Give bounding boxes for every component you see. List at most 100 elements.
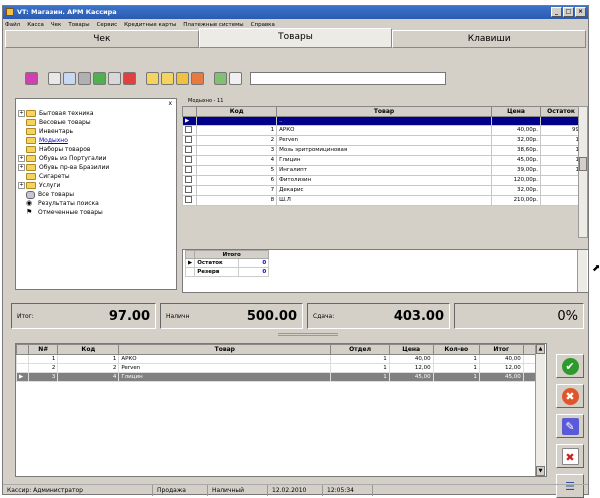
table-row[interactable]: 8 Ш.Л 210,00р. <box>181 194 582 206</box>
status-user: Кассир: Администратор <box>3 485 153 496</box>
document-icon <box>185 156 192 163</box>
folder-icon[interactable] <box>146 71 159 85</box>
column-header[interactable]: Цена <box>388 344 434 355</box>
scroll-thumb[interactable] <box>579 157 587 171</box>
tree-node[interactable]: + Обувь из Португалии <box>18 154 176 163</box>
table-row[interactable]: 2Perven32,00р.1 <box>181 134 582 146</box>
column-header[interactable]: Отдел <box>330 344 390 355</box>
print-icon[interactable] <box>48 71 61 85</box>
close-button[interactable]: × <box>575 7 586 17</box>
tab-receipt[interactable]: Чек <box>5 30 199 48</box>
tree-node[interactable]: Все товары <box>18 190 176 199</box>
column-header[interactable]: Цена <box>490 106 542 117</box>
refresh-icon[interactable] <box>93 71 106 85</box>
tree-close-icon[interactable]: x <box>168 100 172 107</box>
menu-goods[interactable]: Товары <box>68 20 89 30</box>
confirm-button[interactable]: ✔ <box>556 354 584 378</box>
tree-node[interactable]: + Обувь пр-ва Бразилии <box>18 163 176 172</box>
percent-value: 0% <box>557 308 578 324</box>
totals-scrollbar[interactable] <box>577 250 587 292</box>
column-header[interactable]: Товар <box>276 106 492 117</box>
table-row[interactable]: ▶ Остаток 0 <box>184 258 270 268</box>
doc-icon[interactable] <box>214 71 227 85</box>
stock-totals-table: Итого ▶ Остаток 0 Резерв 0 <box>184 250 270 277</box>
cash-value: 500.00 <box>246 308 297 324</box>
tools-icon[interactable] <box>78 71 91 85</box>
tab-goods[interactable]: Товары <box>198 28 393 48</box>
table-row[interactable]: ▶.. <box>181 116 582 126</box>
scroll-down-icon[interactable]: ▼ <box>536 466 545 476</box>
delete-button[interactable]: ✖ <box>556 444 584 468</box>
tree-node[interactable]: + Услуги <box>18 181 176 190</box>
folder-up-icon[interactable] <box>176 71 189 85</box>
table-row[interactable]: 5Ингалипт39,00р.1 <box>181 164 582 176</box>
folder-icon <box>26 137 36 144</box>
receipt-scrollbar[interactable]: ▲ ▼ <box>535 344 545 476</box>
table-row[interactable]: ▶ 3 4 Глицин 1 45,00 1 45,00 <box>15 372 537 382</box>
tree-node[interactable]: + Бытовая техника <box>18 109 176 118</box>
expand-icon[interactable]: + <box>18 164 25 171</box>
search-input[interactable] <box>250 71 446 85</box>
column-header[interactable]: Товар <box>118 344 332 355</box>
column-header[interactable]: N# <box>28 344 59 355</box>
table-row[interactable]: 6 Фитолизин 120,00р. <box>181 174 582 186</box>
exit-icon[interactable] <box>123 71 136 85</box>
change-value: 403.00 <box>393 308 444 324</box>
document-icon <box>185 196 192 203</box>
column-header[interactable]: Итог <box>478 344 524 355</box>
tree-node-label: Все товары <box>38 191 74 198</box>
folder-icon <box>26 146 36 153</box>
folder-icon <box>26 128 36 135</box>
minimize-button[interactable]: _ <box>551 7 562 17</box>
menu-file[interactable]: Файл <box>5 20 20 30</box>
tree-node[interactable]: Инвентарь <box>18 127 176 136</box>
tree-node[interactable]: ⚑ Отмеченные товары <box>18 208 176 217</box>
tree-node[interactable]: Модыхно <box>18 136 176 145</box>
table-row[interactable]: 1 АРКО 40,00р. 99 <box>181 124 582 136</box>
column-menu-button[interactable] <box>522 344 537 355</box>
column-header[interactable]: Код <box>57 344 120 355</box>
flag-icon: ⚑ <box>26 207 33 216</box>
column-header[interactable] <box>181 106 198 117</box>
copy-icon[interactable] <box>63 71 76 85</box>
table-row[interactable]: 2 2 Perven 1 12,00 1 12,00 <box>15 363 537 373</box>
tree-node[interactable]: Сигареты <box>18 172 176 181</box>
pink-icon[interactable] <box>25 71 38 85</box>
table-row[interactable]: 3Мозь эритромициновая38,60р.1 <box>181 144 582 156</box>
document-icon <box>185 136 192 143</box>
expand-icon[interactable]: + <box>18 110 25 117</box>
splitter-handle[interactable] <box>278 333 338 336</box>
receipt-table: N# Код Товар Отдел Цена Кол-во Итог 1 1 АР… <box>15 344 537 382</box>
table-icon[interactable] <box>229 71 242 85</box>
edit-button[interactable]: ✎ <box>556 414 584 438</box>
column-header[interactable]: Код <box>196 106 278 117</box>
tree-node-label: Бытовая техника <box>39 110 94 117</box>
goods-grid: Модыхно - 11 Код Товар Цена Остаток ▶.. … <box>181 98 589 238</box>
tree-node[interactable]: Весовые товары <box>18 118 176 127</box>
cancel-button[interactable]: ✖ <box>556 384 584 408</box>
tree-node-label: Обувь из Португалии <box>39 155 107 162</box>
tab-keys[interactable]: Клавиши <box>392 30 587 48</box>
folder-open-icon[interactable] <box>161 71 174 85</box>
menu-credit-cards[interactable]: Кредитные карты <box>124 20 176 30</box>
tree-node-label: Инвентарь <box>39 128 74 135</box>
table-row[interactable]: 4Глицин45,00р.1 <box>181 154 582 166</box>
column-header[interactable]: Кол-во <box>432 344 480 355</box>
column-header[interactable]: Остаток <box>540 106 582 117</box>
scroll-up-icon[interactable]: ▲ <box>536 344 545 354</box>
goods-scrollbar[interactable] <box>578 106 588 238</box>
menu-service[interactable]: Сервис <box>97 20 118 30</box>
menu-receipt[interactable]: Чек <box>51 20 61 30</box>
expand-icon[interactable]: + <box>18 182 25 189</box>
change-box: Сдача: 403.00 <box>307 303 450 329</box>
table-row[interactable]: 1 1 АРКО 1 40,00 1 40,00 <box>15 354 537 364</box>
menu-register[interactable]: Касса <box>27 20 44 30</box>
maximize-button[interactable]: □ <box>563 7 574 17</box>
print-preview-icon[interactable] <box>108 71 121 85</box>
folder-red-icon[interactable] <box>191 71 204 85</box>
expand-icon[interactable]: + <box>18 155 25 162</box>
tree-node[interactable]: ◉ Результаты поиска <box>18 199 176 208</box>
table-row[interactable]: 7 Декарис 32,00р. <box>181 184 582 196</box>
table-row[interactable]: Резерв 0 <box>184 267 270 277</box>
tree-node[interactable]: Наборы товаров <box>18 145 176 154</box>
